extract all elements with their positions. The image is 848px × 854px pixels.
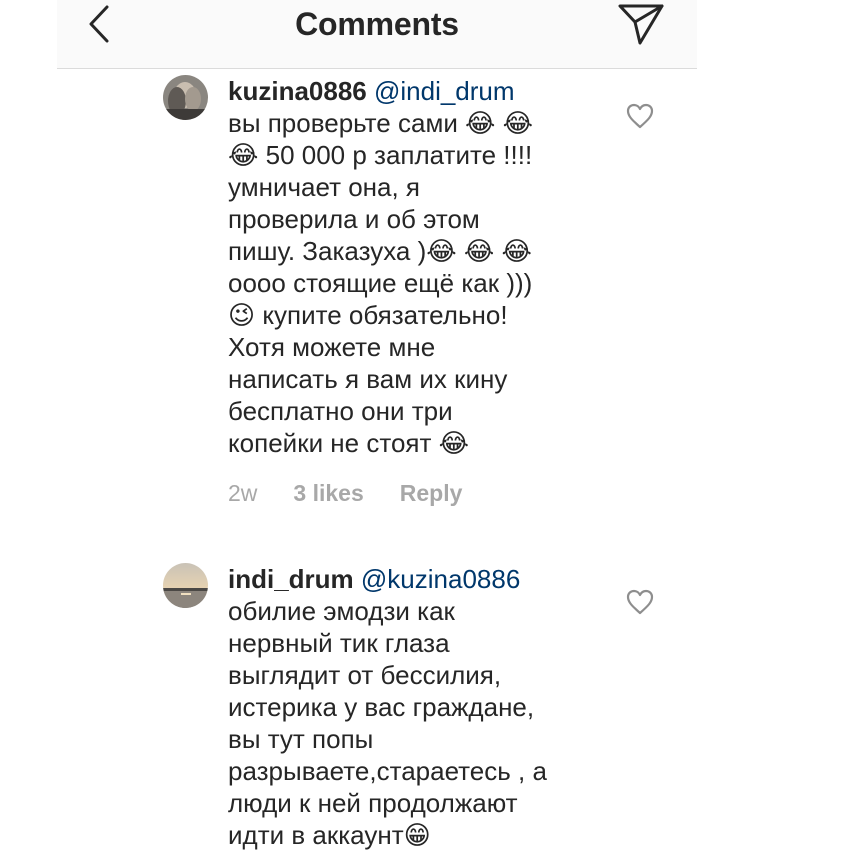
- comment-mention[interactable]: @indi_drum: [374, 76, 515, 106]
- comment-content: indi_drum @kuzina0886 обилие эмодзи как …: [228, 563, 608, 851]
- avatar[interactable]: [163, 563, 208, 608]
- comment-text: обилие эмодзи как нервный тик глаза выгл…: [228, 596, 547, 850]
- likes-count[interactable]: 3 likes: [293, 477, 363, 509]
- comment-username[interactable]: kuzina0886: [228, 76, 367, 106]
- comment-body: indi_drum @kuzina0886 обилие эмодзи как …: [228, 563, 608, 851]
- avatar[interactable]: [163, 75, 208, 120]
- paper-plane-icon: [618, 4, 664, 45]
- comment-text: вы проверьте сами 😂 😂 😂 50 000 р заплати…: [228, 108, 534, 458]
- like-button[interactable]: [626, 589, 654, 615]
- comments-header: Comments: [57, 0, 697, 69]
- comment-body: kuzina0886 @indi_drum вы проверьте сами …: [228, 75, 608, 509]
- share-button[interactable]: [615, 0, 667, 48]
- comment-username[interactable]: indi_drum: [228, 564, 354, 594]
- comment-mention[interactable]: @kuzina0886: [361, 564, 520, 594]
- like-button[interactable]: [626, 103, 654, 129]
- heart-icon: [626, 103, 654, 129]
- page-title: Comments: [295, 6, 459, 42]
- comment-content: kuzina0886 @indi_drum вы проверьте сами …: [228, 75, 608, 459]
- comment-time: 2w: [228, 480, 258, 506]
- comment-meta: 2w 3 likes Reply: [228, 477, 608, 509]
- reply-button[interactable]: Reply: [400, 477, 463, 509]
- heart-icon: [626, 589, 654, 615]
